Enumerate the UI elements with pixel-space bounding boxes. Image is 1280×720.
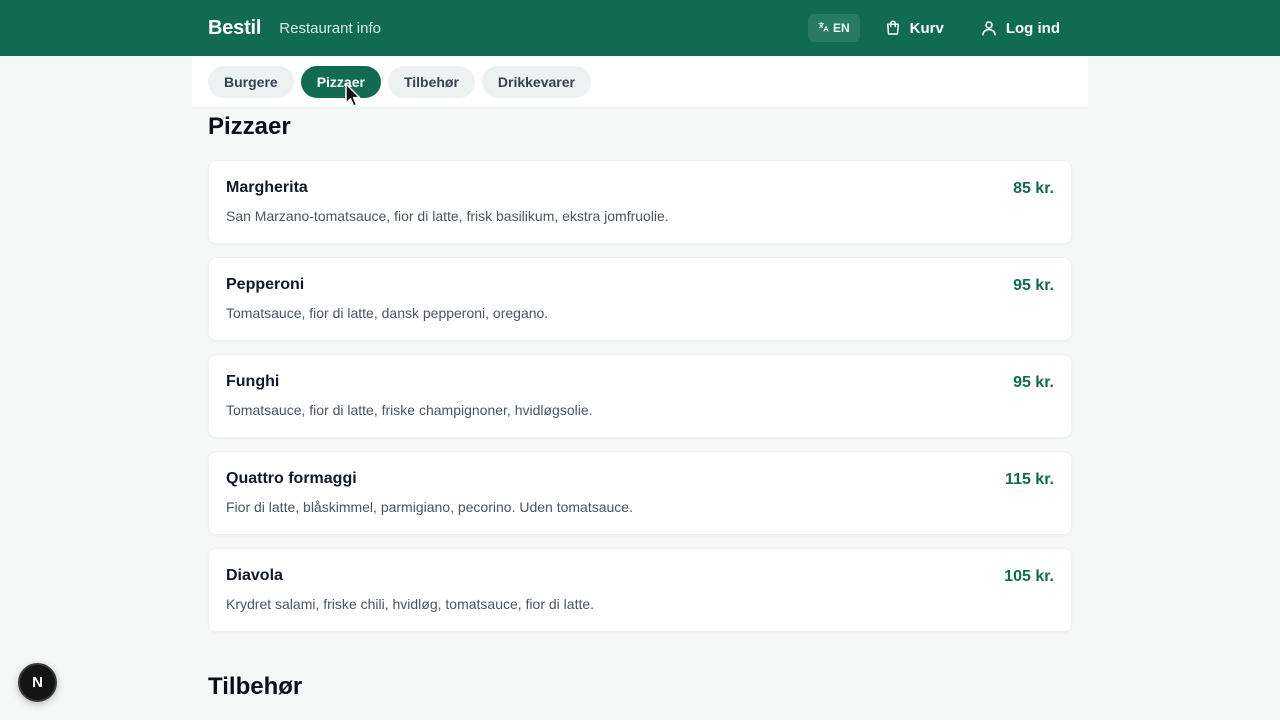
cart-label: Kurv [909,19,944,37]
cart-button[interactable]: Kurv [884,19,944,37]
tab-drikkevarer[interactable]: Drikkevarer [481,66,591,98]
language-toggle-button[interactable]: EN [807,14,860,42]
dev-tools-badge[interactable]: N [18,663,57,702]
item-description: Tomatsauce, fior di latte, dansk peppero… [226,305,549,321]
item-price: 95 kr. [1013,277,1054,294]
brand-logo[interactable]: Bestil [208,17,261,40]
menu-item-card[interactable]: Pepperoni Tomatsauce, fior di latte, dan… [208,257,1072,341]
section-title-tilbehor: Tilbehør [208,673,303,700]
tab-burgere[interactable]: Burgere [208,66,294,98]
item-description: San Marzano-tomatsauce, fior di latte, f… [226,208,669,224]
item-price: 95 kr. [1013,374,1054,391]
menu-item-card[interactable]: Quattro formaggi Fior di latte, blåskimm… [208,451,1072,535]
category-tabs: Burgere Pizzaer Tilbehør Drikkevarer [208,66,591,98]
badge-label: N [32,674,43,691]
top-header: Bestil Restaurant info EN Kurv Log ind [0,0,1280,56]
tab-pizzaer[interactable]: Pizzaer [300,66,381,98]
item-price: 115 kr. [1005,471,1054,488]
login-button[interactable]: Log ind [980,19,1060,37]
item-name: Diavola [226,567,283,584]
tab-tilbehor[interactable]: Tilbehør [387,66,475,98]
item-price: 105 kr. [1004,568,1054,585]
section-title-pizzaer: Pizzaer [208,113,291,140]
item-price: 85 kr. [1013,180,1054,197]
language-label: EN [832,21,850,35]
item-description: Krydret salami, friske chili, hvidløg, t… [226,596,595,612]
category-tabs-bar: Burgere Pizzaer Tilbehør Drikkevarer [192,56,1088,108]
shopping-bag-icon [884,19,902,37]
item-description: Tomatsauce, fior di latte, friske champi… [226,402,593,418]
menu-item-card[interactable]: Margherita San Marzano-tomatsauce, fior … [208,160,1072,244]
item-description: Fior di latte, blåskimmel, parmigiano, p… [226,499,633,515]
restaurant-info-link[interactable]: Restaurant info [279,20,381,37]
menu-item-card[interactable]: Diavola Krydret salami, friske chili, hv… [208,548,1072,632]
menu-item-card[interactable]: Funghi Tomatsauce, fior di latte, friske… [208,354,1072,438]
menu-items-list: Margherita San Marzano-tomatsauce, fior … [208,160,1072,645]
login-label: Log ind [1005,19,1060,37]
item-name: Funghi [226,373,280,390]
item-name: Margherita [226,179,308,196]
user-icon [980,19,998,37]
translate-icon [818,21,829,35]
item-name: Pepperoni [226,276,305,293]
header-actions: EN Kurv Log ind [807,0,1060,56]
item-name: Quattro formaggi [226,470,357,487]
